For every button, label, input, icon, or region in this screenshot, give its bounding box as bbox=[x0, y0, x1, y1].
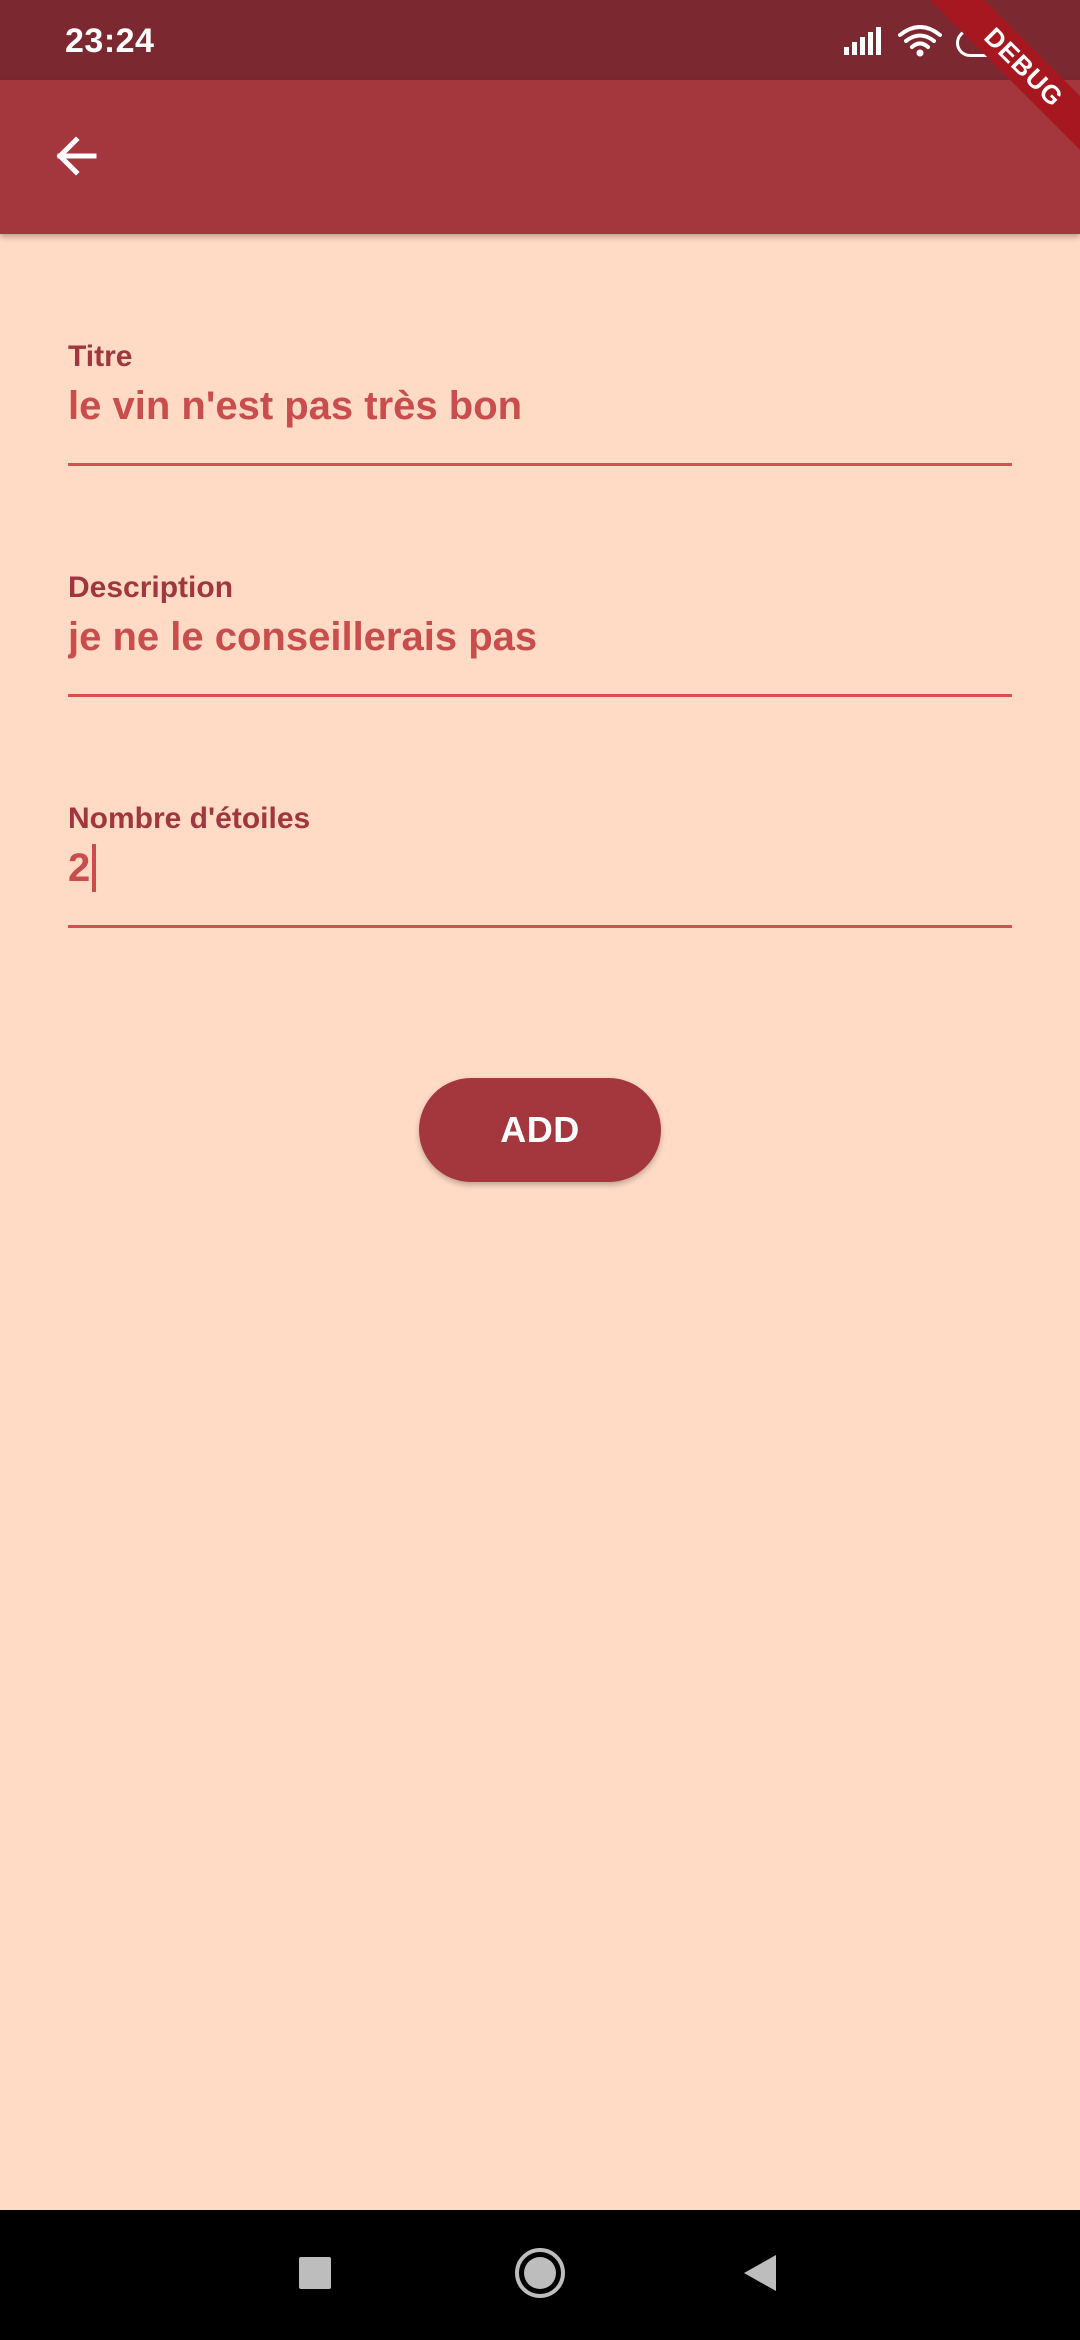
title-input[interactable] bbox=[68, 376, 1012, 436]
debug-banner-label: DEBUG bbox=[925, 0, 1080, 160]
stars-input[interactable]: 2 bbox=[68, 838, 97, 898]
text-cursor bbox=[92, 844, 97, 892]
status-bar: 23:24 81 bbox=[0, 0, 1080, 80]
home-button[interactable] bbox=[505, 2240, 575, 2310]
signal-icon bbox=[844, 26, 884, 60]
back-triangle-icon bbox=[742, 2253, 778, 2298]
stars-field: Nombre d'étoiles 2 bbox=[68, 696, 1012, 928]
description-field: Description bbox=[68, 465, 1012, 697]
add-button[interactable]: ADD bbox=[419, 1078, 661, 1182]
description-input[interactable] bbox=[68, 607, 1012, 667]
back-nav-button[interactable] bbox=[725, 2240, 795, 2310]
back-button[interactable] bbox=[36, 118, 116, 198]
system-nav-bar bbox=[0, 2210, 1080, 2340]
stars-underline bbox=[68, 925, 1012, 928]
app-bar bbox=[0, 80, 1080, 234]
home-circle-icon bbox=[514, 2247, 566, 2304]
debug-banner: DEBUG bbox=[920, 0, 1080, 160]
title-field-label: Titre bbox=[68, 340, 133, 373]
recents-square-icon bbox=[298, 2256, 332, 2295]
title-field: Titre bbox=[68, 234, 1012, 466]
recents-button[interactable] bbox=[280, 2240, 350, 2310]
status-time: 23:24 bbox=[65, 22, 155, 60]
arrow-back-icon bbox=[52, 132, 100, 185]
review-form: Titre Description Nombre d'étoiles 2 bbox=[68, 234, 1012, 928]
description-field-label: Description bbox=[68, 571, 234, 604]
stars-field-label: Nombre d'étoiles bbox=[68, 802, 311, 835]
stars-input-value: 2 bbox=[68, 845, 91, 890]
